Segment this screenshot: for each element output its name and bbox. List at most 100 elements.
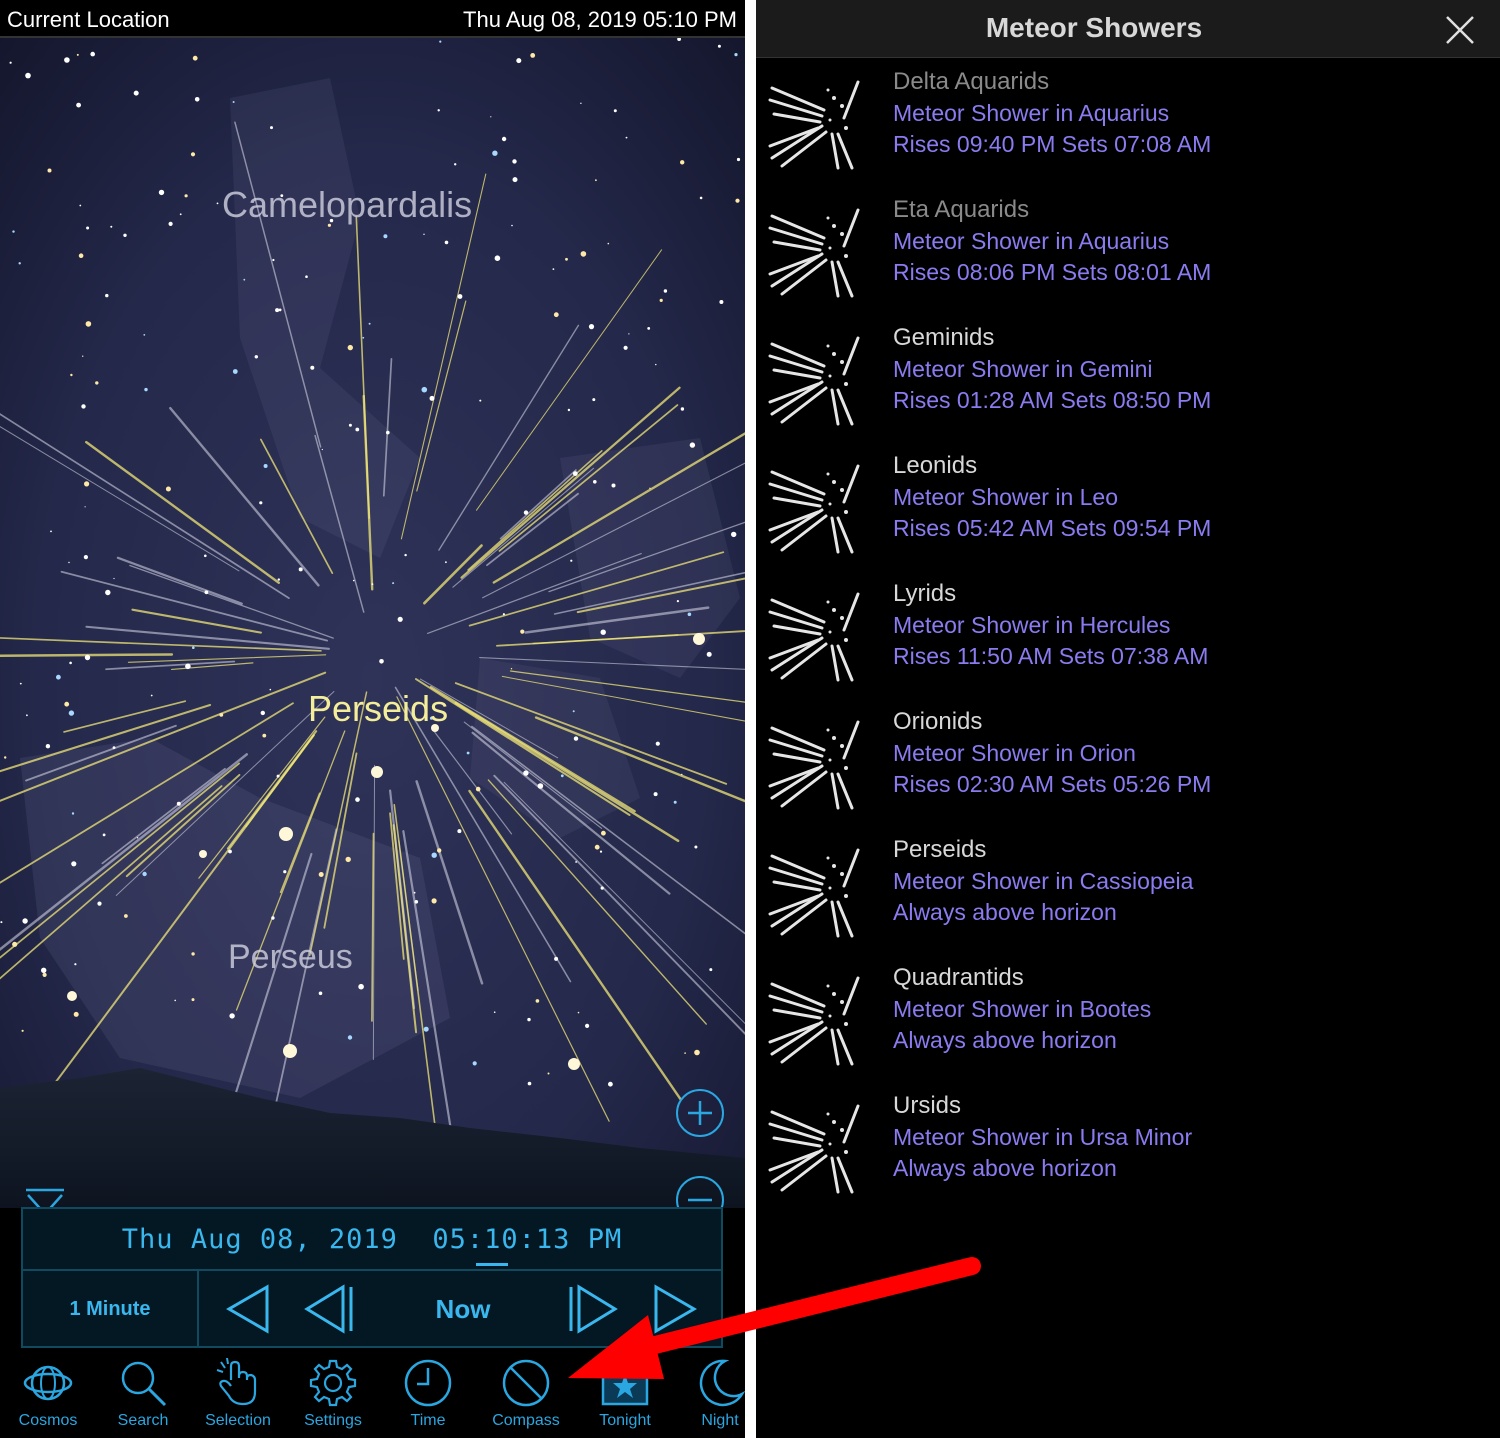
star [229,1013,235,1019]
bright-star[interactable] [67,991,77,1001]
label-camelopardalis[interactable]: Camelopardalis [222,184,472,226]
star [572,471,578,476]
star [45,744,51,749]
bottom-toolbar: Cosmos Search Selection Settings Time Co… [0,1348,745,1438]
shower-item[interactable]: Geminids Meteor Shower in Gemini Rises 01:… [756,314,1500,442]
toolbar-selection-label: Selection [205,1412,271,1429]
star [102,833,106,837]
toolbar-search[interactable]: Search [95,1348,191,1438]
gear-icon [309,1359,357,1407]
zoom-in-button[interactable] [676,1089,724,1137]
toolbar-time[interactable]: Time [380,1348,476,1438]
star [595,179,597,182]
star [663,289,668,293]
bright-star[interactable] [371,766,383,778]
step-forward-button[interactable] [563,1281,619,1337]
label-perseids[interactable]: Perseids [308,688,448,730]
star [124,914,128,918]
bright-star[interactable] [279,827,293,841]
shower-constellation: Meteor Shower in Ursa Minor [893,1124,1193,1150]
meteor-shower-icon [768,80,860,170]
shower-item[interactable]: Ursids Meteor Shower in Ursa Minor Always … [756,1082,1500,1210]
star [490,116,492,118]
star [577,1011,580,1014]
shower-item[interactable]: Quadrantids Meteor Shower in Bootes Always… [756,954,1500,1082]
shower-constellation: Meteor Shower in Orion [893,740,1136,766]
star [512,159,517,164]
time-display[interactable]: Thu Aug 08, 2019 05:10:13 PM [23,1209,721,1271]
panel-title: Meteor Showers [985,12,1203,43]
cosmos-icon [23,1365,73,1401]
star [588,324,595,330]
clock-icon [404,1359,452,1407]
shower-item[interactable]: Leonids Meteor Shower in Leo Rises 05:42 A… [756,442,1500,570]
star [689,442,696,448]
sky-map[interactable]: Camelopardalis Perseids Perseus N [0,37,745,1255]
step-backward-button[interactable] [303,1281,359,1337]
close-icon[interactable] [1444,14,1476,46]
toolbar-night[interactable]: Night [672,1348,745,1438]
shower-item[interactable]: Delta Aquarids Meteor Shower in Aquarius R… [756,58,1500,186]
star [165,486,171,492]
shower-item[interactable]: Lyrids Meteor Shower in Hercules Rises 11:… [756,570,1500,698]
play-backward-button[interactable] [221,1281,277,1337]
star [368,322,371,325]
toolbar-compass[interactable]: Compass [478,1348,574,1438]
star [673,800,677,804]
star [176,801,181,806]
star [607,242,610,245]
star [659,298,663,302]
now-button[interactable]: Now [403,1271,523,1348]
star [69,661,72,665]
star [112,746,116,749]
bright-star[interactable] [199,850,207,858]
star [613,109,617,113]
moon-icon [699,1359,745,1407]
label-perseus[interactable]: Perseus [228,938,353,977]
star [680,160,685,165]
star [454,163,457,166]
shower-name: Orionids [893,708,983,735]
star [554,956,559,961]
star [439,40,442,43]
toolbar-cosmos[interactable]: Cosmos [0,1348,96,1438]
star [573,736,579,741]
toolbar-tonight[interactable]: Tonight [577,1348,673,1438]
shower-constellation: Meteor Shower in Gemini [893,356,1153,382]
star [717,44,721,48]
star [580,102,582,105]
play-forward-button[interactable] [648,1281,704,1337]
star [649,487,651,489]
meteor-shower-icon [768,592,860,682]
shower-times: Rises 05:42 AM Sets 09:54 PM [893,515,1212,541]
toolbar-settings[interactable]: Settings [285,1348,381,1438]
star [527,1081,532,1086]
bright-star[interactable] [568,1058,580,1070]
star [83,555,88,560]
star [136,837,139,839]
star [608,1081,613,1087]
star [580,251,587,257]
star [457,829,462,834]
star [379,659,384,664]
star [570,559,573,562]
shower-name: Leonids [893,452,978,479]
star [22,918,28,924]
shower-constellation: Meteor Shower in Aquarius [893,228,1170,254]
toolbar-selection[interactable]: Selection [190,1348,286,1438]
toolbar-compass-label: Compass [492,1412,560,1429]
location-label[interactable]: Current Location [7,7,170,33]
star [25,72,31,79]
shower-item[interactable]: Eta Aquarids Meteor Shower in Aquarius Ris… [756,186,1500,314]
star [190,152,196,157]
bright-star[interactable] [283,1044,297,1058]
time-step-button[interactable]: 1 Minute [23,1271,199,1348]
star [168,221,173,226]
shower-item[interactable]: Orionids Meteor Shower in Orion Rises 02:3… [756,698,1500,826]
time-cursor [476,1263,508,1266]
star [535,999,540,1003]
star [358,983,364,990]
sky-view-panel: Current Location Thu Aug 08, 2019 05:10 … [0,0,745,1438]
shower-item[interactable]: Perseids Meteor Shower in Cassiopeia Alway… [756,826,1500,954]
bright-star[interactable] [693,633,705,645]
